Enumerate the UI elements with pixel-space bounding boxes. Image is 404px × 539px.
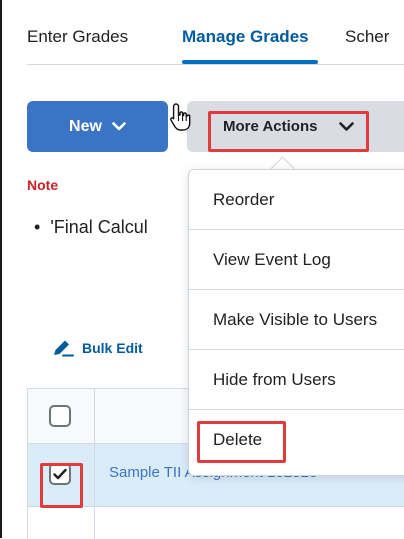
bulk-edit-label: Bulk Edit (82, 340, 143, 356)
new-button[interactable]: New (27, 101, 168, 152)
note-bullet-item: • 'Final Calcul (34, 217, 148, 238)
menu-item-label: Reorder (213, 190, 275, 209)
pencil-icon (54, 339, 74, 357)
bullet-dot-icon: • (34, 217, 41, 237)
menu-item-label: Make Visible to Users (213, 310, 378, 329)
new-button-label: New (69, 117, 102, 135)
tab-bar-divider (27, 64, 404, 65)
grades-tab-bar: Enter Grades Manage Grades Scher (0, 0, 404, 66)
menu-item-label: View Event Log (213, 250, 331, 269)
row-checkbox-highlight (40, 463, 83, 508)
window-edge (0, 0, 2, 538)
tab-schemes[interactable]: Scher (345, 27, 389, 47)
note-bullet-text: 'Final Calcul (50, 217, 148, 237)
hand-pointer-icon (170, 103, 191, 131)
menu-item-reorder[interactable]: Reorder (189, 170, 404, 230)
delete-highlight (197, 421, 286, 463)
menu-item-hide-from-users[interactable]: Hide from Users (189, 350, 404, 410)
select-all-checkbox[interactable] (49, 405, 71, 427)
menu-item-view-event-log[interactable]: View Event Log (189, 230, 404, 290)
more-actions-highlight (208, 111, 369, 152)
menu-item-make-visible[interactable]: Make Visible to Users (189, 290, 404, 350)
tab-manage-grades[interactable]: Manage Grades (182, 27, 309, 47)
menu-item-label: Hide from Users (213, 370, 336, 389)
note-label: Note (27, 177, 59, 193)
table-row (28, 507, 404, 539)
tab-enter-grades[interactable]: Enter Grades (27, 27, 128, 47)
table-column-divider (94, 389, 95, 539)
chevron-down-icon (112, 122, 126, 131)
bulk-edit-button[interactable]: Bulk Edit (52, 339, 143, 357)
